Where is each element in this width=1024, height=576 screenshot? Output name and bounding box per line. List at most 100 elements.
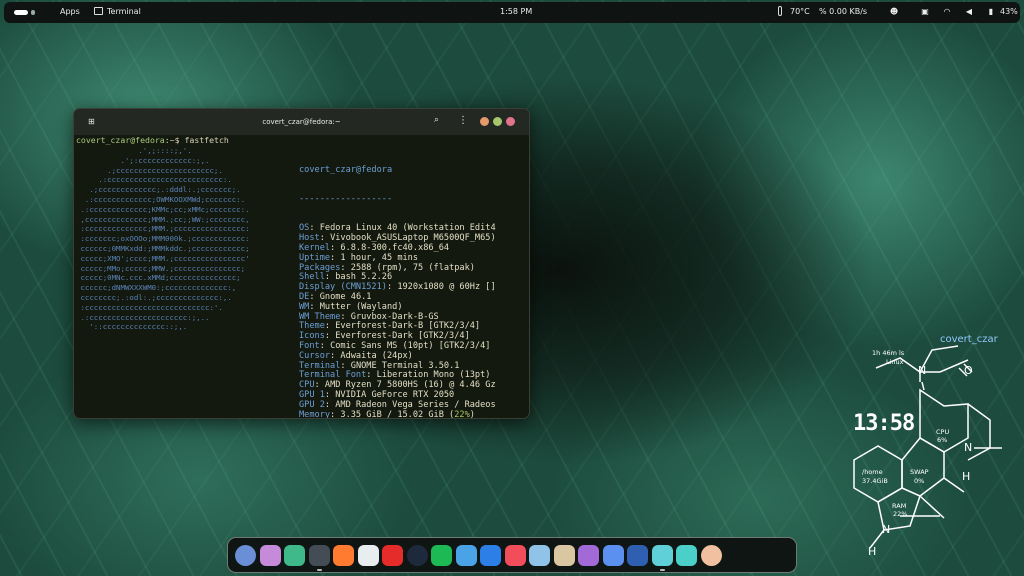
dock-photos-icon[interactable] bbox=[553, 544, 575, 566]
ram-value: 22% bbox=[893, 510, 908, 518]
command: fastfetch bbox=[184, 135, 229, 145]
logo-line: cccccc;0MMKxdd:;MMMkddc.;cccccccccccc; bbox=[76, 243, 250, 253]
info-value: 1920x1080 @ 60Hz [] bbox=[392, 282, 496, 293]
info-key: Host bbox=[299, 233, 320, 244]
dock-youtube-icon[interactable] bbox=[382, 544, 403, 566]
info-value: GNOME Terminal 3.50.1 bbox=[345, 360, 460, 371]
logo-line: .:cccccccccccccccccccccccccc:. bbox=[76, 175, 232, 185]
info-key: Terminal bbox=[299, 360, 341, 371]
info-key: WM bbox=[299, 301, 310, 312]
terminal-window[interactable]: ⊞ covert_czar@fedora:~ ⌕ ⋮ covert_czar@f… bbox=[73, 108, 530, 419]
info-percent: 22% bbox=[454, 409, 470, 419]
dock-steam-icon[interactable] bbox=[406, 544, 428, 566]
info-value: 3.35 GiB / 15.02 GiB ( bbox=[335, 409, 455, 419]
info-key: Memory bbox=[299, 409, 331, 419]
logo-line: .;cccccccccccccccccccccc;. bbox=[76, 165, 223, 175]
widget-uptime: 1h 46m ls bbox=[872, 349, 905, 357]
system-info: covert_czar@fedora ------------------ OS… bbox=[299, 146, 496, 419]
minimize-button[interactable] bbox=[480, 117, 489, 126]
face-icon[interactable]: ☻ bbox=[889, 7, 899, 17]
dock-nautilus-icon[interactable] bbox=[651, 544, 673, 571]
menu-icon[interactable]: ⋮ bbox=[458, 115, 468, 127]
info-value: Fedora Linux 40 (Workstation Edit4 bbox=[314, 223, 496, 234]
home-label: /home bbox=[862, 468, 883, 476]
battery-icon[interactable]: ▮ bbox=[986, 7, 996, 17]
info-key: Icons bbox=[299, 331, 325, 342]
atom-n: N bbox=[918, 364, 927, 377]
logo-line: :cccccccccccccccccccccccccccc:'. bbox=[76, 302, 223, 312]
network-speed: % 0.00 KB/s bbox=[819, 7, 868, 16]
info-key: Uptime bbox=[299, 252, 331, 263]
swap-label: SWAP bbox=[910, 468, 929, 476]
prompt-path: :~$ bbox=[164, 135, 180, 145]
wifi-icon[interactable]: ◠ bbox=[942, 7, 952, 17]
dock-android-icon[interactable] bbox=[284, 544, 305, 566]
info-key: Display (CMN1521) bbox=[299, 282, 387, 293]
home-value: 37.4GiB bbox=[862, 477, 888, 485]
cpu-value: 6% bbox=[937, 436, 948, 444]
dock-settings-icon[interactable] bbox=[602, 544, 624, 566]
logo-line: cccccc;dNMWXXXWM0:;cccccccccccccc:, bbox=[76, 283, 237, 293]
dock-terminal-icon[interactable] bbox=[308, 544, 330, 571]
info-header-user: covert_czar@fedora bbox=[299, 164, 393, 175]
info-value: AMD Radeon Vega Series / Radeos bbox=[330, 399, 496, 410]
info-key: Shell bbox=[299, 272, 325, 283]
info-value: Vivobook_ASUSLaptop M6500QF_M65) bbox=[324, 233, 496, 244]
info-value: 1 hour, 45 mins bbox=[335, 252, 419, 263]
info-key: GPU 1 bbox=[299, 389, 325, 400]
terminal-titlebar[interactable]: ⊞ covert_czar@fedora:~ ⌕ ⋮ bbox=[74, 109, 529, 135]
info-value: Everforest-Dark [GTK2/3/4] bbox=[330, 331, 470, 342]
info-value: Everforest-Dark-B [GTK2/3/4] bbox=[330, 321, 481, 332]
clock[interactable]: 1:58 PM bbox=[500, 7, 532, 16]
info-value: 2588 (rpm), 75 (flatpak) bbox=[345, 262, 475, 273]
widget-os: Linux bbox=[886, 358, 904, 366]
info-key: Kernel bbox=[299, 242, 331, 253]
info-value: Adwaita (24px) bbox=[335, 350, 413, 361]
screenshot-icon[interactable]: ▣ bbox=[920, 7, 930, 17]
command-line[interactable]: covert_czar@fedora:~$ fastfetch bbox=[76, 135, 229, 146]
dock-calculator-icon[interactable] bbox=[676, 544, 697, 566]
dock-tiktok-icon[interactable] bbox=[480, 544, 501, 566]
prompt-user: covert_czar@fedora bbox=[76, 135, 165, 145]
maximize-button[interactable] bbox=[493, 117, 502, 126]
top-bar: Apps Terminal 1:58 PM 70°C % 0.00 KB/s ☻… bbox=[4, 2, 1020, 23]
dock-mail-icon[interactable] bbox=[455, 544, 477, 566]
dock-editor-icon[interactable] bbox=[357, 544, 379, 566]
widget-username: covert_czar bbox=[940, 334, 998, 345]
swap-value: 0% bbox=[914, 477, 925, 485]
dock-firefox-icon[interactable] bbox=[333, 544, 354, 566]
dock-app-grid-icon[interactable] bbox=[259, 544, 281, 566]
search-icon[interactable]: ⌕ bbox=[434, 115, 446, 127]
active-app-label[interactable]: Terminal bbox=[107, 7, 141, 16]
logo-line: '::cccccccccccccc::;,. bbox=[76, 322, 188, 332]
logo-line: .',;::::;,'. bbox=[76, 146, 192, 155]
logo-line: ,cccccccccccccc;MMM.;cc;;WW:;cccccccc, bbox=[76, 214, 250, 224]
logo-line: .:ccccccccccccc;KMMc;cc;xMMc;ccccccc:. bbox=[76, 204, 250, 214]
info-key: Theme bbox=[299, 321, 325, 332]
logo-line: :ccccccc;oxOOOo;MMM000k.;cccccccccccc: bbox=[76, 234, 250, 244]
dock-spotify-icon[interactable] bbox=[431, 544, 452, 566]
info-row-memory: Memory: 3.35 GiB / 15.02 GiB (22%) bbox=[299, 409, 496, 419]
activities-indicator[interactable] bbox=[14, 10, 38, 15]
apps-menu[interactable]: Apps bbox=[60, 7, 80, 16]
info-value: Gnome 46.1 bbox=[314, 291, 372, 302]
info-key: GPU 2 bbox=[299, 399, 325, 410]
logo-line: .';:cccccccccccc:;,. bbox=[76, 155, 210, 165]
dock-anime-icon[interactable] bbox=[700, 544, 722, 566]
logo-line: .;ccccccccccccc;.:dddl:.;ccccccc;. bbox=[76, 185, 241, 195]
close-button[interactable] bbox=[506, 117, 515, 126]
battery-percent: 43% bbox=[1000, 7, 1018, 16]
dock-bitwarden-icon[interactable] bbox=[627, 544, 648, 566]
dock-app-store-icon[interactable] bbox=[504, 544, 526, 566]
ram-label: RAM bbox=[892, 502, 907, 510]
info-value: NVIDIA GeForce RTX 2050 bbox=[330, 389, 455, 400]
dock-files-icon[interactable] bbox=[529, 544, 550, 566]
volume-icon[interactable]: ◀ bbox=[964, 7, 974, 17]
info-value: Comic Sans MS (10pt) [GTK2/3/4] bbox=[324, 340, 491, 351]
atom-h2: H bbox=[868, 545, 877, 558]
dock-video-icon[interactable] bbox=[578, 544, 599, 566]
info-key: OS bbox=[299, 223, 310, 234]
atom-n2: N bbox=[964, 441, 973, 454]
info-value: Mutter (Wayland) bbox=[314, 301, 403, 312]
dock-launcher-icon[interactable] bbox=[235, 544, 256, 566]
